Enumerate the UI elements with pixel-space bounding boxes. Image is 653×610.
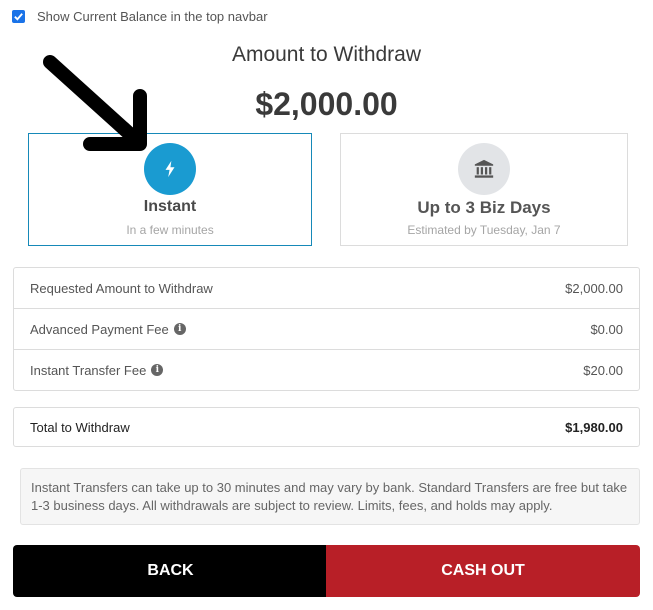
show-balance-option[interactable]: Show Current Balance in the top navbar bbox=[12, 9, 268, 24]
show-balance-checkbox[interactable] bbox=[12, 10, 25, 23]
fee-row-requested-amount: Requested Amount to Withdraw $2,000.00 bbox=[14, 268, 639, 308]
total-value: $1,980.00 bbox=[565, 419, 623, 435]
standard-option[interactable]: Up to 3 Biz Days Estimated by Tuesday, J… bbox=[340, 133, 628, 246]
fee-label: Advanced Payment Fee bbox=[30, 321, 169, 337]
info-icon[interactable]: i bbox=[151, 364, 164, 376]
back-button[interactable]: BACK bbox=[13, 545, 328, 597]
fee-label: Requested Amount to Withdraw bbox=[30, 280, 213, 296]
fee-value: $2,000.00 bbox=[565, 280, 623, 296]
fee-breakdown: Requested Amount to Withdraw $2,000.00 A… bbox=[13, 267, 640, 391]
checkmark-icon bbox=[14, 13, 23, 21]
fee-value: $20.00 bbox=[583, 362, 623, 378]
show-balance-label: Show Current Balance in the top navbar bbox=[37, 9, 268, 24]
total-label: Total to Withdraw bbox=[30, 419, 130, 435]
fee-row-advanced-payment: Advanced Payment Fee i $0.00 bbox=[14, 308, 639, 349]
standard-option-subtitle: Estimated by Tuesday, Jan 7 bbox=[407, 223, 561, 237]
instant-option-subtitle: In a few minutes bbox=[126, 223, 214, 237]
transfer-disclaimer: Instant Transfers can take up to 30 minu… bbox=[20, 468, 640, 525]
fee-label: Instant Transfer Fee bbox=[30, 362, 147, 378]
instant-option-title: Instant bbox=[143, 198, 197, 215]
fee-value: $0.00 bbox=[590, 321, 623, 337]
arrow-annotation bbox=[43, 55, 147, 151]
total-row: Total to Withdraw $1,980.00 bbox=[13, 407, 640, 447]
fee-row-instant-transfer: Instant Transfer Fee i $20.00 bbox=[14, 349, 639, 390]
standard-option-title: Up to 3 Biz Days bbox=[417, 198, 551, 217]
cash-out-button[interactable]: CASH OUT bbox=[326, 545, 640, 597]
bank-icon bbox=[458, 143, 510, 195]
info-icon[interactable]: i bbox=[173, 323, 186, 335]
